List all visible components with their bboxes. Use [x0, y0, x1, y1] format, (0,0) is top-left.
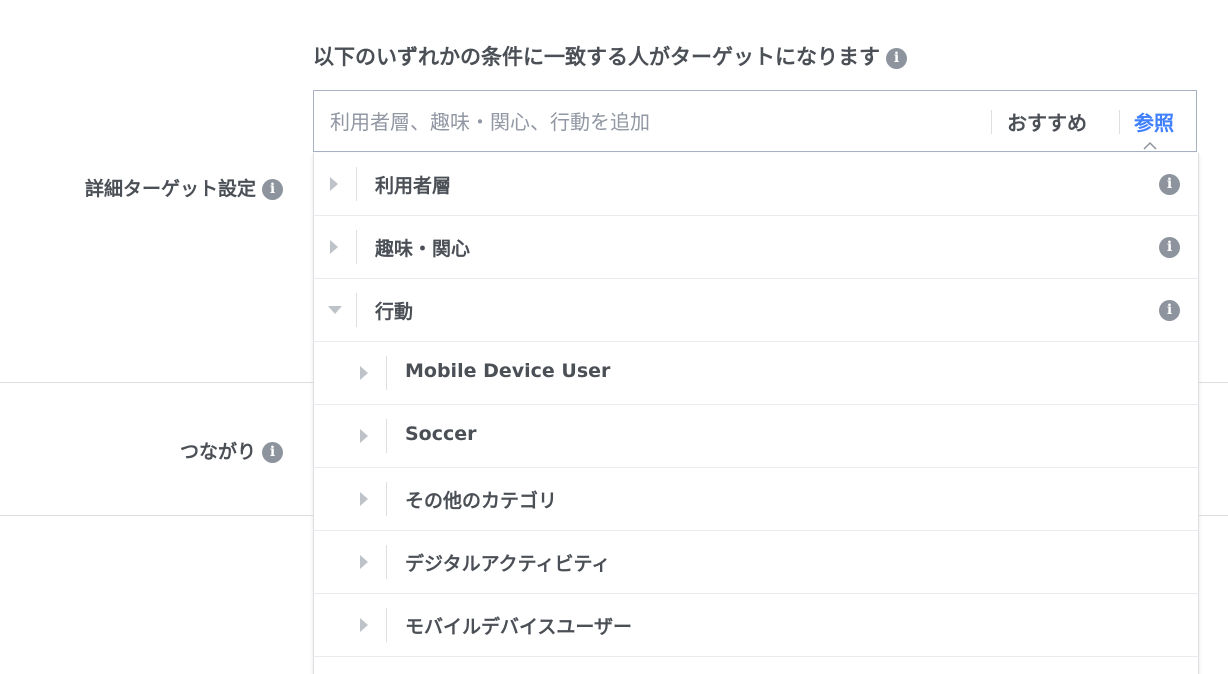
- chevron-up-icon: [1143, 141, 1157, 150]
- browse-button[interactable]: 参照: [1134, 107, 1174, 136]
- subcategory-digital-activities[interactable]: デジタルアクティビティ: [314, 531, 1198, 594]
- chevron-down-icon: [328, 306, 342, 314]
- category-label: 利用者層: [375, 175, 452, 197]
- targeting-search-input[interactable]: [328, 91, 972, 153]
- divider: [386, 419, 387, 453]
- chevron-right-icon: [360, 618, 368, 632]
- info-icon[interactable]: i: [1159, 237, 1180, 258]
- browse-dropdown: 利用者層 i 趣味・関心 i 行動 i Mobile Device User S…: [313, 153, 1199, 674]
- targeting-header: 以下のいずれかの条件に一致する人がターゲットになります i: [313, 41, 907, 71]
- divider: [356, 230, 357, 264]
- page: 以下のいずれかの条件に一致する人がターゲットになります i 詳細ターゲット設定 i …: [0, 0, 1228, 674]
- info-icon[interactable]: i: [1159, 300, 1180, 321]
- category-behaviors[interactable]: 行動 i: [314, 279, 1198, 342]
- category-label: 趣味・関心: [375, 238, 471, 260]
- subcategory-label: Mobile Device User: [405, 360, 611, 382]
- subcategory-mobile-device-users[interactable]: モバイルデバイスユーザー: [314, 594, 1198, 657]
- subcategory-label: Soccer: [405, 423, 477, 445]
- chevron-right-icon: [360, 555, 368, 569]
- info-icon[interactable]: i: [262, 179, 283, 200]
- detailed-targeting-label: 詳細ターゲット設定 i: [85, 174, 283, 201]
- subcategory-label: デジタルアクティビティ: [405, 553, 611, 575]
- targeting-header-text: 以下のいずれかの条件に一致する人がターゲットになります: [313, 45, 880, 69]
- chevron-right-icon: [360, 492, 368, 506]
- divider: [356, 293, 357, 327]
- chevron-right-icon: [360, 429, 368, 443]
- info-icon[interactable]: i: [262, 442, 283, 463]
- connections-label-text: つながり: [179, 441, 256, 463]
- connections-label: つながり i: [180, 437, 283, 464]
- category-demographics[interactable]: 利用者層 i: [314, 153, 1198, 216]
- subcategory-other[interactable]: その他のカテゴリ: [314, 468, 1198, 531]
- subcategory-mobile-device-user[interactable]: Mobile Device User: [314, 342, 1198, 405]
- detailed-targeting-label-text: 詳細ターゲット設定: [84, 178, 256, 200]
- divider: [386, 356, 387, 390]
- subcategory-soccer[interactable]: Soccer: [314, 405, 1198, 468]
- subcategory-label: その他のカテゴリ: [405, 490, 558, 512]
- category-label: 行動: [375, 301, 414, 323]
- divider: [1119, 110, 1120, 134]
- divider: [386, 545, 387, 579]
- suggestions-button[interactable]: おすすめ: [1007, 107, 1087, 136]
- divider: [386, 482, 387, 516]
- info-icon[interactable]: i: [886, 47, 907, 69]
- targeting-search-box: おすすめ 参照: [313, 90, 1197, 153]
- divider: [356, 167, 357, 201]
- divider: [991, 110, 992, 134]
- subcategory-label: モバイルデバイスユーザー: [405, 616, 633, 638]
- chevron-right-icon: [330, 240, 338, 254]
- info-icon[interactable]: i: [1159, 174, 1180, 195]
- category-interests[interactable]: 趣味・関心 i: [314, 216, 1198, 279]
- divider: [386, 608, 387, 642]
- chevron-right-icon: [360, 366, 368, 380]
- chevron-right-icon: [330, 177, 338, 191]
